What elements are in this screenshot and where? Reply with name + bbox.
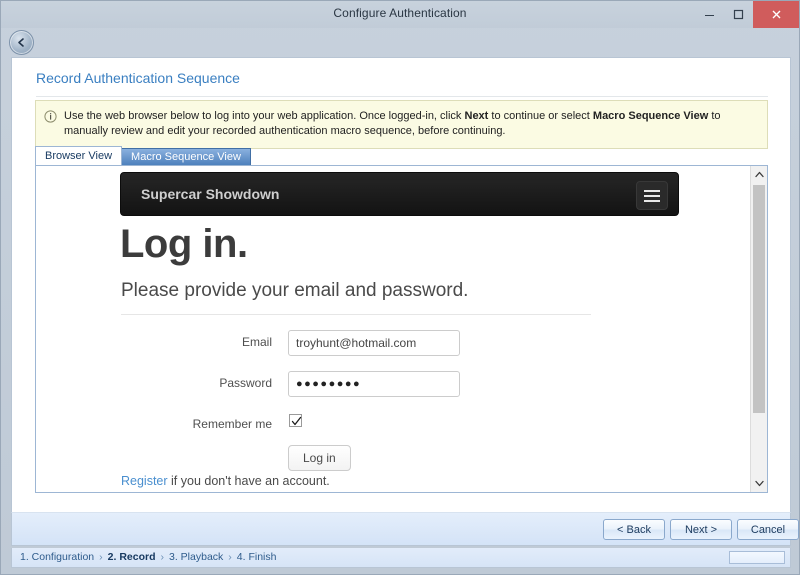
info-banner-text: Use the web browser below to log into yo… [64,110,721,137]
page-body: Record Authentication Sequence Use the w… [11,57,791,512]
login-button[interactable]: Log in [288,445,351,471]
email-field[interactable] [288,330,460,356]
password-row: Password ●●●●●●●● [120,371,590,397]
login-subheading: Please provide your email and password. [121,280,469,301]
remember-me-checkbox[interactable] [289,414,302,427]
banner-text-run: Use the web browser below to log into yo… [64,110,465,122]
wizard-steps: 1. Configuration › 2. Record › 3. Playback › 4… [20,551,276,563]
hamburger-bar [644,199,660,202]
title-bar: Configure Authentication [1,1,799,28]
banner-emphasis: Next [464,110,489,122]
maximize-button[interactable] [724,1,753,28]
register-link[interactable]: Register [121,474,168,488]
password-label: Password [219,376,272,390]
window-title: Configure Authentication [333,6,467,20]
site-brand[interactable]: Supercar Showdown [141,186,279,202]
step-separator: › [228,551,232,563]
cancel-button[interactable]: Cancel [737,519,799,540]
window-controls [695,1,799,28]
register-line: Register if you don't have an account. [121,474,330,488]
hamburger-bar [644,189,660,192]
status-bar: 1. Configuration › 2. Record › 3. Playback › 4… [11,548,791,568]
back-button[interactable]: < Back [603,519,665,540]
remember-row: Remember me [120,412,590,438]
banner-text-run: to continue or select [488,110,593,122]
close-button[interactable] [753,1,799,28]
tab-browser-view-label: Browser View [45,150,113,162]
login-page: Log in. Please provide your email and pa… [120,218,750,492]
remember-label: Remember me [192,417,272,431]
scrollbar-thumb[interactable] [753,185,765,413]
hamburger-icon[interactable] [636,181,668,210]
browser-vertical-scrollbar[interactable] [750,166,767,492]
info-icon [44,110,57,123]
submit-row: Log in [120,445,590,471]
banner-emphasis: Macro Sequence View [592,110,709,122]
password-field[interactable]: ●●●●●●●● [288,371,460,397]
hamburger-bar [644,194,660,197]
scroll-up-icon[interactable] [751,166,767,183]
minimize-button[interactable] [695,1,724,28]
email-row: Email [120,330,590,356]
tab-macro-sequence-view-label: Macro Sequence View [131,151,241,163]
page-title: Record Authentication Sequence [36,70,240,86]
next-button[interactable]: Next > [670,519,732,540]
form-divider [121,314,591,315]
login-heading: Log in. [120,222,248,266]
site-navbar: Supercar Showdown [120,172,679,216]
status-panel [729,551,785,564]
dialog-window: Configure Authentication Record Authenti… [0,0,800,575]
back-arrow-icon[interactable] [9,30,34,55]
wizard-step: 1. Configuration [20,551,95,563]
wizard-step: 2. Record [107,551,156,563]
browser-viewport: Supercar Showdown Log in. Please provide… [36,166,750,492]
step-separator: › [160,551,165,563]
wizard-button-bar: < Back Next > Cancel [11,512,799,546]
navigation-strip [1,28,799,57]
register-text: if you don't have an account. [167,474,330,488]
wizard-step: 3. Playback [169,551,224,563]
info-banner: Use the web browser below to log into yo… [35,100,768,149]
browser-pane: Supercar Showdown Log in. Please provide… [35,165,768,493]
email-label: Email [241,335,272,349]
tab-macro-sequence-view[interactable]: Macro Sequence View [121,148,251,165]
tab-browser-view[interactable]: Browser View [35,146,123,165]
scroll-down-icon[interactable] [751,475,767,492]
wizard-step: 4. Finish [236,551,277,563]
heading-divider [36,96,768,97]
view-tabs: Browser View Macro Sequence View [35,146,251,165]
step-separator: › [99,551,103,563]
